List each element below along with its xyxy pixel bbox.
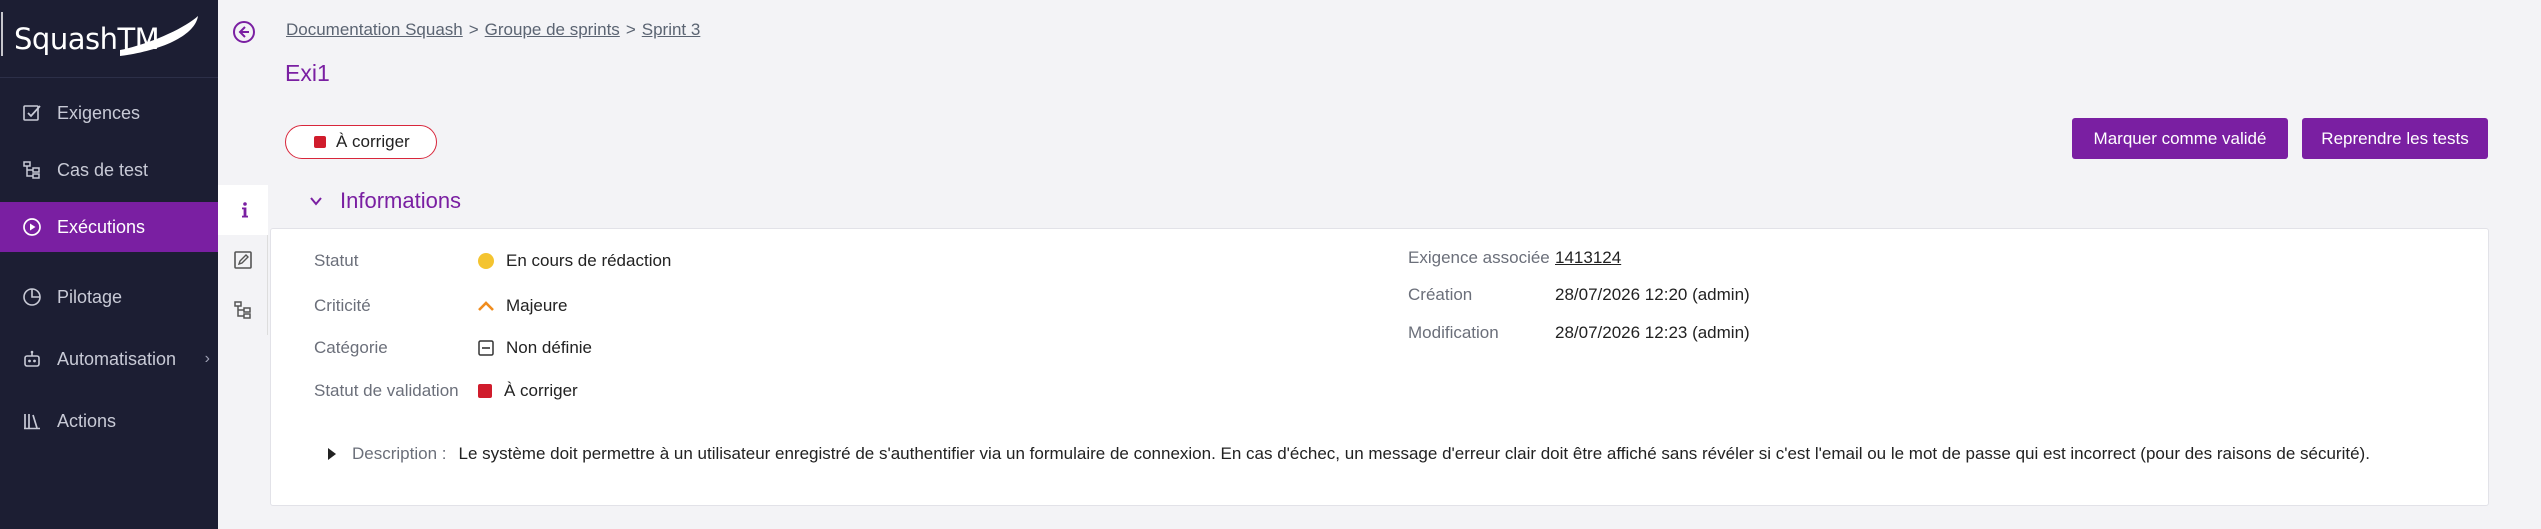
informations-card: Statut En cours de rédaction Criticité M…	[270, 228, 2489, 506]
field-value[interactable]: À corriger	[478, 381, 578, 401]
red-square-icon	[478, 384, 492, 398]
field-label: Modification	[1408, 323, 1499, 342]
field-value[interactable]: Majeure	[478, 296, 567, 316]
app-logo[interactable]: SquashTM	[0, 0, 218, 78]
sidebar-item-label: Automatisation	[57, 348, 177, 369]
vertical-tabs	[218, 185, 268, 337]
section-informations-header[interactable]: Informations	[308, 188, 461, 214]
logo-text: SquashTM	[14, 21, 160, 56]
status-value: En cours de rédaction	[506, 251, 672, 270]
sidebar-item-label: Exigences	[57, 102, 141, 123]
tab-informations[interactable]	[218, 185, 268, 235]
tree-icon	[233, 301, 251, 319]
chevron-down-icon	[308, 193, 324, 209]
pie-chart-icon	[22, 287, 42, 307]
breadcrumb-item-sprint-group[interactable]: Groupe de sprints	[485, 20, 620, 39]
minus-box-icon	[478, 340, 494, 356]
category-value: Non définie	[506, 338, 593, 357]
sidebar-item-actions[interactable]: Actions	[0, 396, 218, 446]
validation-status-value: À corriger	[504, 381, 578, 400]
resume-tests-button[interactable]: Reprendre les tests	[2302, 118, 2488, 159]
breadcrumb: Documentation Squash > Groupe de sprints > S…	[286, 20, 700, 40]
sidebar-item-pilotage[interactable]: Pilotage	[0, 272, 218, 322]
modification-value: 28/07/2026 12:23 (admin)	[1555, 323, 1750, 342]
library-icon	[22, 411, 42, 431]
field-criticite: Criticité Majeure	[314, 296, 567, 316]
field-statut-validation: Statut de validation À corriger	[314, 381, 578, 401]
field-exigence-associee: Exigence associée 1413124	[1408, 248, 1621, 268]
field-label: Statut de validation	[314, 381, 459, 400]
field-label: Criticité	[314, 296, 371, 315]
sidebar-item-label: Pilotage	[57, 286, 123, 307]
description-row: Description : Le système doit permettre …	[328, 444, 2370, 464]
criticity-value: Majeure	[506, 296, 568, 315]
sidebar: SquashTM Exigences Cas de test Exécution…	[0, 0, 218, 529]
chevron-right-icon: ›	[204, 350, 210, 367]
sidebar-item-executions[interactable]: Exécutions	[0, 202, 218, 252]
field-value[interactable]: Non définie	[478, 338, 592, 358]
linked-requirement-link[interactable]: 1413124	[1555, 248, 1621, 268]
sidebar-item-label: Actions	[57, 410, 117, 431]
red-square-icon	[314, 136, 326, 148]
description-label: Description :	[352, 444, 447, 463]
field-label: Catégorie	[314, 338, 388, 357]
yellow-dot-icon	[478, 253, 494, 269]
mark-validated-button[interactable]: Marquer comme validé	[2072, 118, 2288, 159]
tab-tree[interactable]	[218, 285, 268, 335]
creation-value: 28/07/2026 12:20 (admin)	[1555, 285, 1750, 304]
breadcrumb-separator: >	[468, 20, 479, 39]
info-icon	[241, 202, 248, 218]
sidebar-item-cas-de-test[interactable]: Cas de test	[0, 145, 218, 195]
field-statut: Statut En cours de rédaction	[314, 251, 671, 271]
caret-right-icon[interactable]	[328, 448, 336, 460]
edit-box-icon	[233, 251, 252, 269]
field-label: Exigence associée	[1408, 248, 1550, 267]
tab-edit[interactable]	[218, 235, 268, 285]
sidebar-item-label: Exécutions	[57, 216, 146, 237]
play-circle-icon	[22, 217, 42, 237]
sidebar-item-exigences[interactable]: Exigences	[0, 88, 218, 138]
breadcrumb-item-sprint[interactable]: Sprint 3	[642, 20, 701, 39]
field-categorie: Catégorie Non définie	[314, 338, 592, 358]
sidebar-item-label: Cas de test	[57, 159, 149, 180]
field-creation: Création 28/07/2026 12:20 (admin)	[1408, 285, 1750, 305]
page-title: Exi1	[285, 60, 330, 86]
arrow-left-circle-icon	[233, 21, 255, 43]
field-modification: Modification 28/07/2026 12:23 (admin)	[1408, 323, 1750, 343]
status-badge-label: À corriger	[336, 132, 410, 151]
back-button[interactable]	[232, 20, 256, 44]
breadcrumb-item-project[interactable]: Documentation Squash	[286, 20, 463, 39]
breadcrumb-separator: >	[625, 20, 636, 39]
tree-icon	[22, 160, 42, 180]
robot-icon	[22, 349, 42, 369]
main-content: Documentation Squash > Groupe de sprints > S…	[218, 0, 2541, 529]
section-title: Informations	[340, 188, 462, 213]
field-value[interactable]: En cours de rédaction	[478, 251, 671, 271]
field-label: Création	[1408, 285, 1473, 304]
sidebar-item-automatisation[interactable]: Automatisation ›	[0, 334, 218, 384]
field-label: Statut	[314, 251, 359, 270]
status-badge[interactable]: À corriger	[285, 125, 437, 159]
caret-up-icon	[478, 300, 494, 312]
checkbox-icon	[22, 103, 42, 123]
description-value: Le système doit permettre à un utilisate…	[458, 444, 2370, 463]
